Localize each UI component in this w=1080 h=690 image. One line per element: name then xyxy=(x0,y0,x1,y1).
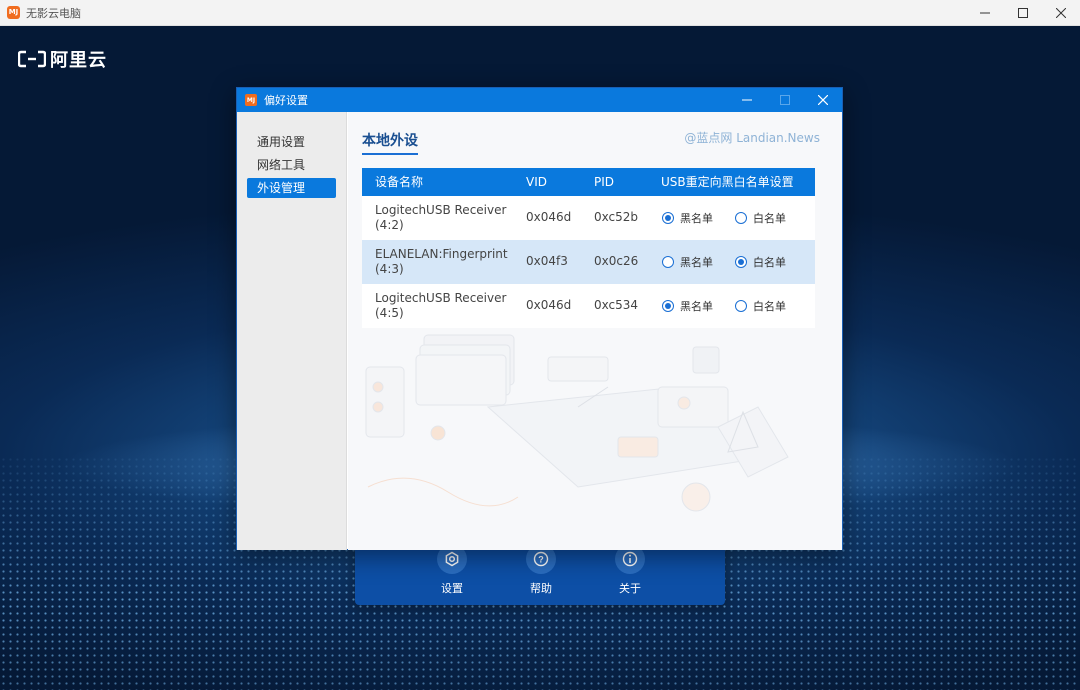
whitelist-radio[interactable] xyxy=(735,256,747,268)
dialog-title: 偏好设置 xyxy=(264,94,308,107)
table-row[interactable]: ELANELAN:Fingerprint(4:3) 0x04f3 0x0c26 … xyxy=(362,240,815,284)
blacklist-radio[interactable] xyxy=(662,300,674,312)
whitelist-label: 白名单 xyxy=(753,300,786,313)
header-device-name: 设备名称 xyxy=(375,175,424,189)
window-title: 无影云电脑 xyxy=(26,6,81,20)
device-name: LogitechUSB Receiver(4:2) xyxy=(375,203,507,232)
minimize-icon xyxy=(742,99,752,101)
maximize-button[interactable] xyxy=(1004,0,1042,26)
nav-settings-label: 设置 xyxy=(441,582,463,595)
close-icon xyxy=(818,95,828,105)
close-icon xyxy=(1056,8,1066,18)
sidebar-item-general[interactable]: 通用设置 xyxy=(247,132,336,152)
whitelist-radio[interactable] xyxy=(735,300,747,312)
table-header: 设备名称 VID PID USB重定向黑白名单设置 xyxy=(362,168,815,196)
blacklist-radio-option[interactable]: 黑名单 xyxy=(662,210,713,226)
whitelist-label: 白名单 xyxy=(753,212,786,225)
header-usb-redirect: USB重定向黑白名单设置 xyxy=(661,175,794,189)
section-title: 本地外设 xyxy=(362,130,418,155)
maximize-icon xyxy=(1018,8,1028,18)
sidebar-item-network-tools[interactable]: 网络工具 xyxy=(247,155,336,175)
nav-about-button[interactable]: 关于 xyxy=(600,544,660,596)
table-row[interactable]: LogitechUSB Receiver(4:5) 0x046d 0xc534 … xyxy=(362,284,815,328)
blacklist-label: 黑名单 xyxy=(680,300,713,313)
whitelist-radio-option[interactable]: 白名单 xyxy=(735,254,786,270)
dialog-minimize-button[interactable] xyxy=(728,88,766,112)
device-pid: 0xc534 xyxy=(594,298,639,312)
preferences-content: 本地外设 @蓝点网 Landian.News 设备名称 VID PID USB重… xyxy=(348,112,842,550)
watermark: @蓝点网 Landian.News xyxy=(684,131,820,145)
maximize-icon xyxy=(780,95,790,105)
blacklist-label: 黑名单 xyxy=(680,212,713,225)
device-pid: 0x0c26 xyxy=(594,254,639,268)
whitelist-label: 白名单 xyxy=(753,256,786,269)
minimize-button[interactable] xyxy=(966,0,1004,26)
table-row[interactable]: LogitechUSB Receiver(4:2) 0x046d 0xc52b … xyxy=(362,196,815,240)
dialog-titlebar: MJ 偏好设置 xyxy=(237,88,842,112)
device-pid: 0xc52b xyxy=(594,210,639,224)
window-titlebar: MJ 无影云电脑 xyxy=(0,0,1080,26)
preferences-sidebar: 通用设置 网络工具 外设管理 xyxy=(237,112,347,550)
device-table: 设备名称 VID PID USB重定向黑白名单设置 LogitechUSB Re… xyxy=(362,168,815,328)
brand-logo: 阿里云 xyxy=(18,46,107,72)
whitelist-radio-option[interactable]: 白名单 xyxy=(735,298,786,314)
dialog-close-button[interactable] xyxy=(804,88,842,112)
minimize-icon xyxy=(980,12,990,14)
nav-help-label: 帮助 xyxy=(530,582,552,595)
device-name: LogitechUSB Receiver(4:5) xyxy=(375,291,507,320)
device-name: ELANELAN:Fingerprint(4:3) xyxy=(375,247,508,276)
empty-state-illustration xyxy=(365,334,789,512)
dialog-controls xyxy=(728,88,842,112)
dialog-app-icon: MJ xyxy=(245,94,257,106)
header-vid: VID xyxy=(526,175,547,189)
blacklist-radio[interactable] xyxy=(662,212,674,224)
sidebar-item-peripherals[interactable]: 外设管理 xyxy=(247,178,336,198)
blacklist-radio[interactable] xyxy=(662,256,674,268)
device-vid: 0x046d xyxy=(526,210,572,224)
blacklist-label: 黑名单 xyxy=(680,256,713,269)
device-vid: 0x046d xyxy=(526,298,572,312)
blacklist-radio-option[interactable]: 黑名单 xyxy=(662,254,713,270)
device-vid: 0x04f3 xyxy=(526,254,568,268)
dialog-maximize-button[interactable] xyxy=(766,88,804,112)
aliyun-logo-icon xyxy=(18,50,46,68)
preferences-dialog: MJ 偏好设置 通用设置 网络工具 外设管理 本地外设 @蓝点网 Landian… xyxy=(236,87,843,550)
app-icon: MJ xyxy=(7,6,20,19)
blacklist-radio-option[interactable]: 黑名单 xyxy=(662,298,713,314)
nav-settings-button[interactable]: 设置 xyxy=(422,544,482,596)
window-controls xyxy=(966,0,1080,26)
header-pid: PID xyxy=(594,175,615,189)
whitelist-radio[interactable] xyxy=(735,212,747,224)
nav-help-button[interactable]: ? 帮助 xyxy=(511,544,571,596)
nav-about-label: 关于 xyxy=(619,582,641,595)
whitelist-radio-option[interactable]: 白名单 xyxy=(735,210,786,226)
brand-text: 阿里云 xyxy=(50,50,107,71)
svg-text:?: ? xyxy=(538,555,544,565)
close-button[interactable] xyxy=(1042,0,1080,26)
